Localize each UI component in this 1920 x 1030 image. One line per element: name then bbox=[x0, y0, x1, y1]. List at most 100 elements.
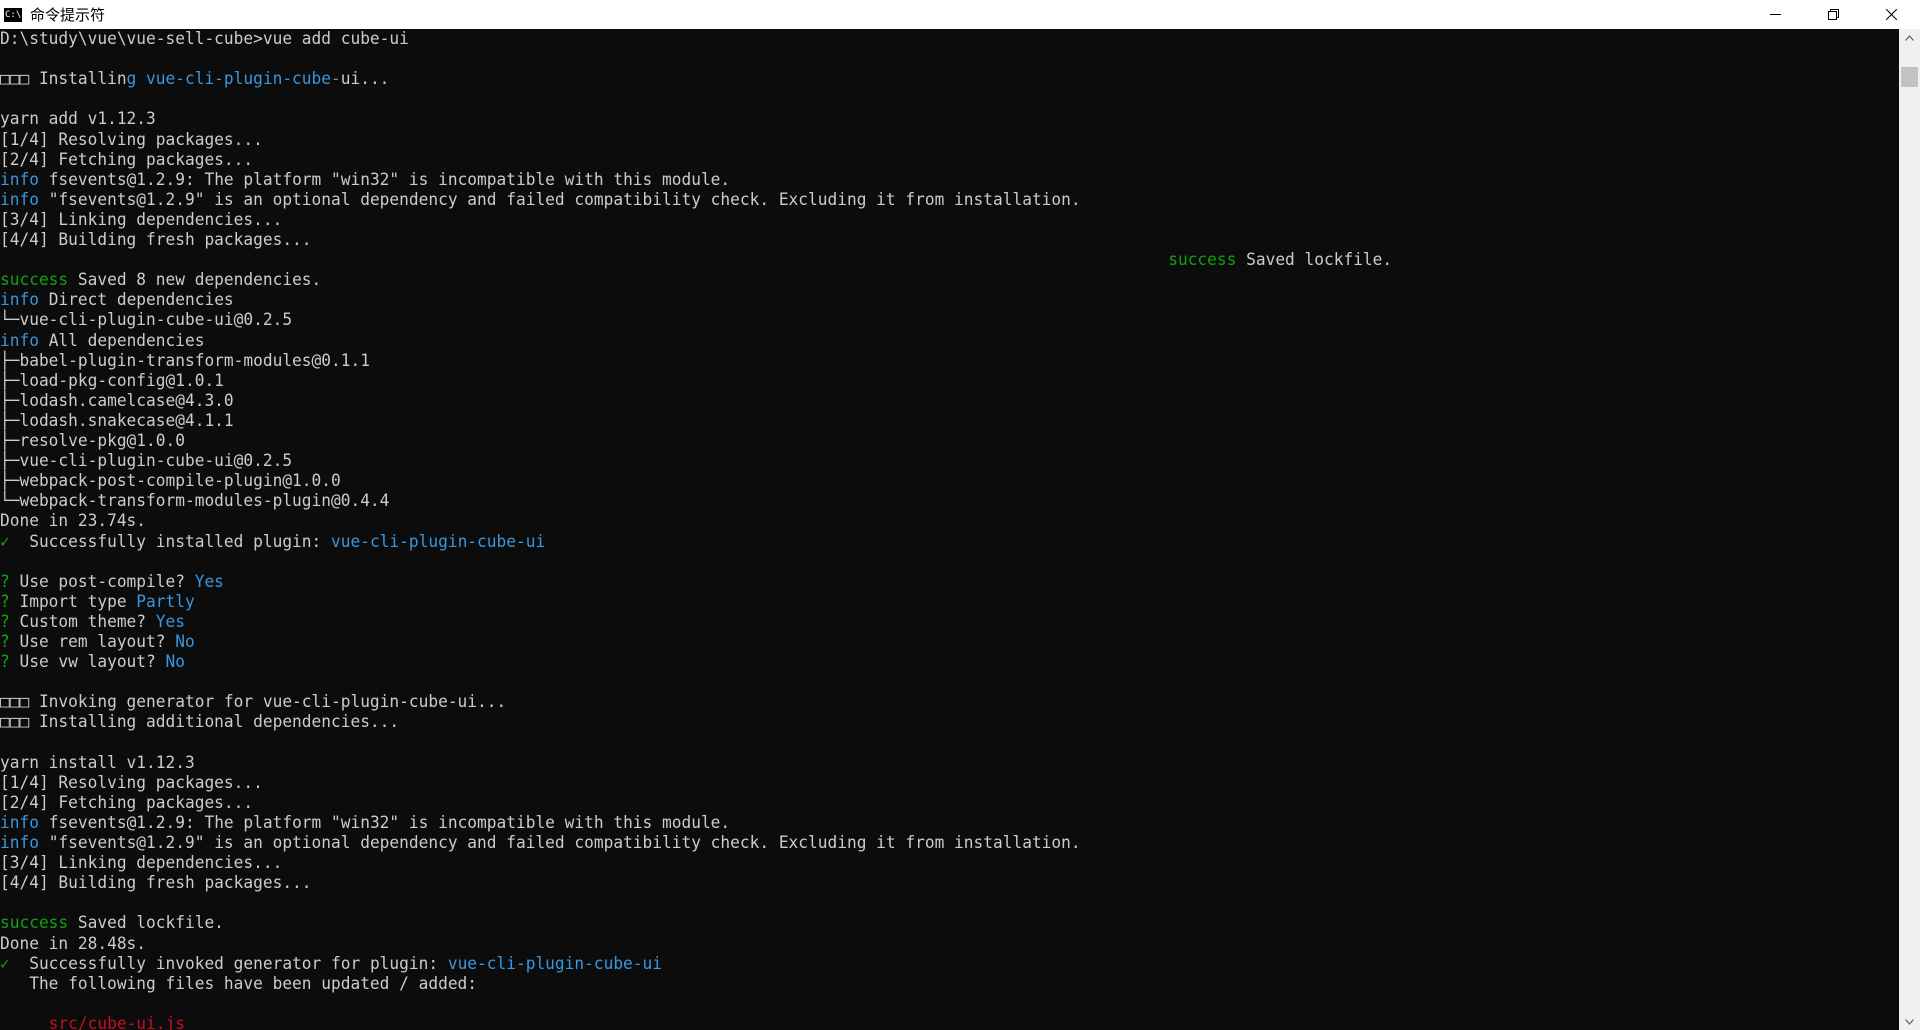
console-text-segment: Successfully invoked generator for plugi… bbox=[9, 953, 448, 973]
console-text-segment: Saved lockfile. bbox=[68, 913, 224, 933]
console-line: ✓ Successfully invoked generator for plu… bbox=[0, 954, 662, 974]
console-line: □□□ Installing vue-cli-plugin-cube-ui... bbox=[0, 69, 389, 89]
console-text-segment: Partly bbox=[136, 591, 195, 611]
console-line: The following files have been updated / … bbox=[0, 974, 477, 994]
console-text-segment: info bbox=[0, 833, 39, 852]
console-text-segment: ? bbox=[0, 611, 10, 631]
console-text-segment bbox=[0, 250, 1168, 269]
console-text-segment: ├─lodash.camelcase@4.3.0 bbox=[0, 390, 234, 410]
console-text-segment: info bbox=[0, 330, 39, 350]
window-controls bbox=[1746, 0, 1920, 29]
console-text-segment: Custom theme? bbox=[9, 611, 156, 631]
close-button[interactable] bbox=[1862, 0, 1920, 29]
console-line: Done in 28.48s. bbox=[0, 934, 146, 954]
console-line: [4/4] Building fresh packages... bbox=[0, 873, 312, 893]
console-line: success Saved lockfile. bbox=[0, 250, 1392, 270]
console-text-segment: D:\study\vue\vue-sell-cube>vue add cube-… bbox=[0, 29, 409, 48]
console-text-segment: g vue-cli-plugin-cube- bbox=[126, 69, 341, 89]
console-line: [4/4] Building fresh packages... bbox=[0, 230, 312, 250]
console-text-segment: info bbox=[0, 169, 39, 189]
restore-icon bbox=[1827, 9, 1839, 20]
console-line: ? Use vw layout? No bbox=[0, 652, 185, 672]
console-text-segment: [1/4] Resolving packages... bbox=[0, 772, 263, 792]
console-line: ? Use rem layout? No bbox=[0, 632, 195, 652]
scroll-up-button[interactable] bbox=[1899, 29, 1920, 46]
console-text-segment: [3/4] Linking dependencies... bbox=[0, 209, 283, 229]
console-text-segment: ├─resolve-pkg@1.0.0 bbox=[0, 431, 185, 450]
console-line: Done in 23.74s. bbox=[0, 511, 146, 531]
console-text-segment: info bbox=[0, 290, 39, 310]
chevron-down-icon bbox=[1905, 1018, 1914, 1025]
console-text-segment: ├─vue-cli-plugin-cube-ui@0.2.5 bbox=[0, 451, 293, 471]
console-line: [3/4] Linking dependencies... bbox=[0, 210, 282, 230]
console-line: info "fsevents@1.2.9" is an optional dep… bbox=[0, 833, 1081, 853]
console-text-segment: [2/4] Fetching packages... bbox=[0, 792, 254, 812]
console-text-segment: ✓ bbox=[0, 531, 10, 551]
console-text-segment: info bbox=[0, 812, 39, 832]
console-line: success Saved lockfile. bbox=[0, 913, 224, 933]
console-text-segment: Use post-compile? bbox=[9, 571, 195, 591]
console-line: ✓ Successfully installed plugin: vue-cli… bbox=[0, 532, 545, 552]
console-line: └─vue-cli-plugin-cube-ui@0.2.5 bbox=[0, 310, 292, 330]
console-text-segment: □□□ Installin bbox=[0, 69, 127, 89]
console-text-segment: □□□ Installing additional dependencies..… bbox=[0, 712, 400, 732]
console-text-segment: ui... bbox=[340, 69, 390, 89]
console-line: [1/4] Resolving packages... bbox=[0, 130, 263, 150]
console-output[interactable]: D:\study\vue\vue-sell-cube>vue add cube-… bbox=[0, 29, 1899, 1030]
console-line: ├─webpack-post-compile-plugin@1.0.0 bbox=[0, 471, 341, 491]
close-icon bbox=[1885, 9, 1897, 20]
vertical-scrollbar[interactable] bbox=[1899, 29, 1920, 1030]
console-text-segment: yarn install v1.12.3 bbox=[0, 752, 195, 772]
console-line: [2/4] Fetching packages... bbox=[0, 150, 253, 170]
console-line: info fsevents@1.2.9: The platform "win32… bbox=[0, 813, 730, 833]
console-line: └─webpack-transform-modules-plugin@0.4.4 bbox=[0, 491, 389, 511]
console-line: src/cube-ui.js bbox=[0, 1014, 185, 1030]
console-text-segment: ? bbox=[0, 591, 10, 611]
console-text-segment: □□□ Invoking generator for vue-cli-plugi… bbox=[0, 692, 507, 712]
console-line: D:\study\vue\vue-sell-cube>vue add cube-… bbox=[0, 29, 409, 49]
console-text-segment: Saved lockfile. bbox=[1236, 250, 1393, 270]
console-text-segment: success bbox=[1168, 250, 1237, 270]
console-text-segment: "fsevents@1.2.9" is an optional dependen… bbox=[38, 833, 1081, 852]
console-line: yarn add v1.12.3 bbox=[0, 109, 156, 129]
console-text-segment: ├─babel-plugin-transform-modules@0.1.1 bbox=[0, 350, 370, 370]
console-text-segment: ✓ bbox=[0, 953, 10, 973]
console-text-segment: yarn add v1.12.3 bbox=[0, 109, 156, 129]
console-line: info All dependencies bbox=[0, 331, 204, 351]
console-text-segment: The following files have been updated / … bbox=[0, 973, 478, 993]
scroll-thumb[interactable] bbox=[1901, 67, 1918, 87]
cmd-app-icon[interactable]: C:\ bbox=[4, 7, 22, 22]
console-text-segment: vue-cli-plugin-cube-ui bbox=[331, 531, 546, 551]
console-line: info Direct dependencies bbox=[0, 290, 234, 310]
console-line: [3/4] Linking dependencies... bbox=[0, 853, 282, 873]
console-text-segment: └─webpack-transform-modules-plugin@0.4.4 bbox=[0, 491, 390, 511]
console-text-segment: All dependencies bbox=[38, 330, 205, 350]
console-line: info fsevents@1.2.9: The platform "win32… bbox=[0, 170, 730, 190]
console-text-segment: Done in 28.48s. bbox=[0, 933, 147, 953]
restore-button[interactable] bbox=[1804, 0, 1862, 29]
console-text-segment: info bbox=[0, 189, 39, 209]
window-title: 命令提示符 bbox=[30, 6, 106, 24]
console-line: [2/4] Fetching packages... bbox=[0, 793, 253, 813]
console-line: ├─babel-plugin-transform-modules@0.1.1 bbox=[0, 351, 370, 371]
console-text-segment: No bbox=[165, 652, 185, 672]
console-text-segment: [3/4] Linking dependencies... bbox=[0, 853, 283, 873]
console-line: ? Import type Partly bbox=[0, 592, 195, 612]
console-line: ? Use post-compile? Yes bbox=[0, 572, 224, 592]
cmd-window: C:\ 命令提示符 D:\study\vue\vue-sell-cube>vue… bbox=[0, 0, 1920, 1030]
scroll-down-button[interactable] bbox=[1899, 1013, 1920, 1030]
console-line: ├─resolve-pkg@1.0.0 bbox=[0, 431, 185, 451]
console-text-segment: Use rem layout? bbox=[9, 632, 176, 651]
console-text-segment: ? bbox=[0, 632, 10, 651]
console-text-segment: fsevents@1.2.9: The platform "win32" is … bbox=[38, 812, 731, 832]
console-line: yarn install v1.12.3 bbox=[0, 753, 195, 773]
console-text-segment: Yes bbox=[155, 611, 185, 631]
minimize-button[interactable] bbox=[1746, 0, 1804, 29]
console-line: ├─lodash.camelcase@4.3.0 bbox=[0, 391, 234, 411]
console-text-segment: Saved 8 new dependencies. bbox=[68, 270, 322, 290]
console-line: info "fsevents@1.2.9" is an optional dep… bbox=[0, 190, 1081, 210]
chevron-up-icon bbox=[1905, 34, 1914, 41]
console-text-segment: [1/4] Resolving packages... bbox=[0, 129, 263, 149]
title-bar[interactable]: C:\ 命令提示符 bbox=[0, 0, 1920, 29]
console-text-segment: ├─webpack-post-compile-plugin@1.0.0 bbox=[0, 471, 341, 491]
